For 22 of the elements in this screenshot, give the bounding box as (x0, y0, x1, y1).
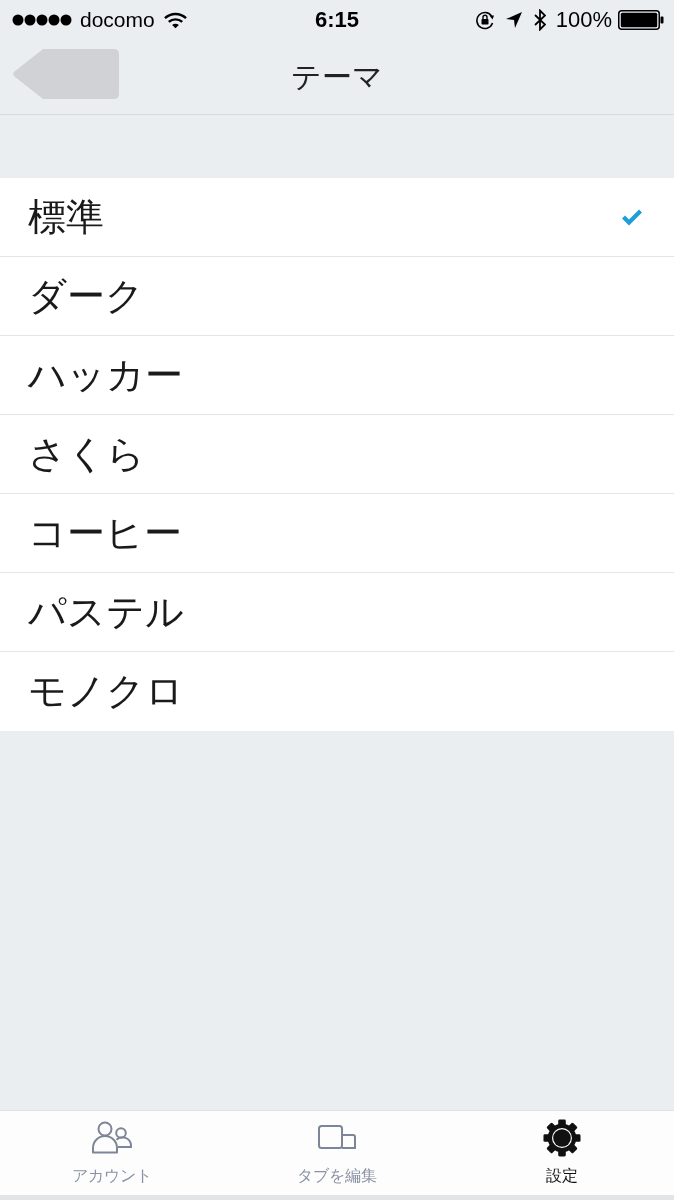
theme-option[interactable]: ハッカー (0, 336, 674, 415)
battery-icon (618, 10, 664, 30)
theme-option[interactable]: コーヒー (0, 494, 674, 573)
battery-percent: 100% (555, 7, 612, 33)
bluetooth-icon (533, 9, 546, 31)
location-arrow-icon (505, 12, 522, 28)
people-icon (92, 1121, 133, 1154)
back-button[interactable] (13, 48, 120, 100)
theme-option[interactable]: ダーク (0, 257, 674, 336)
theme-option[interactable]: パステル (0, 573, 674, 652)
status-time: 6:15 (314, 7, 359, 33)
folder-tabs-icon (318, 1125, 356, 1149)
theme-option[interactable]: 標準 (0, 178, 674, 257)
theme-option[interactable]: さくら (0, 415, 674, 494)
nav-title: テーマ (291, 57, 383, 96)
theme-option[interactable]: モノクロ (0, 652, 674, 731)
gear-icon (542, 1119, 581, 1157)
signal-icon (12, 14, 72, 26)
carrier-name: docomo (80, 8, 155, 32)
tab-bar-item[interactable]: 設定 (449, 1111, 674, 1195)
wifi-icon (163, 11, 187, 29)
rotation-lock-icon (474, 10, 495, 30)
